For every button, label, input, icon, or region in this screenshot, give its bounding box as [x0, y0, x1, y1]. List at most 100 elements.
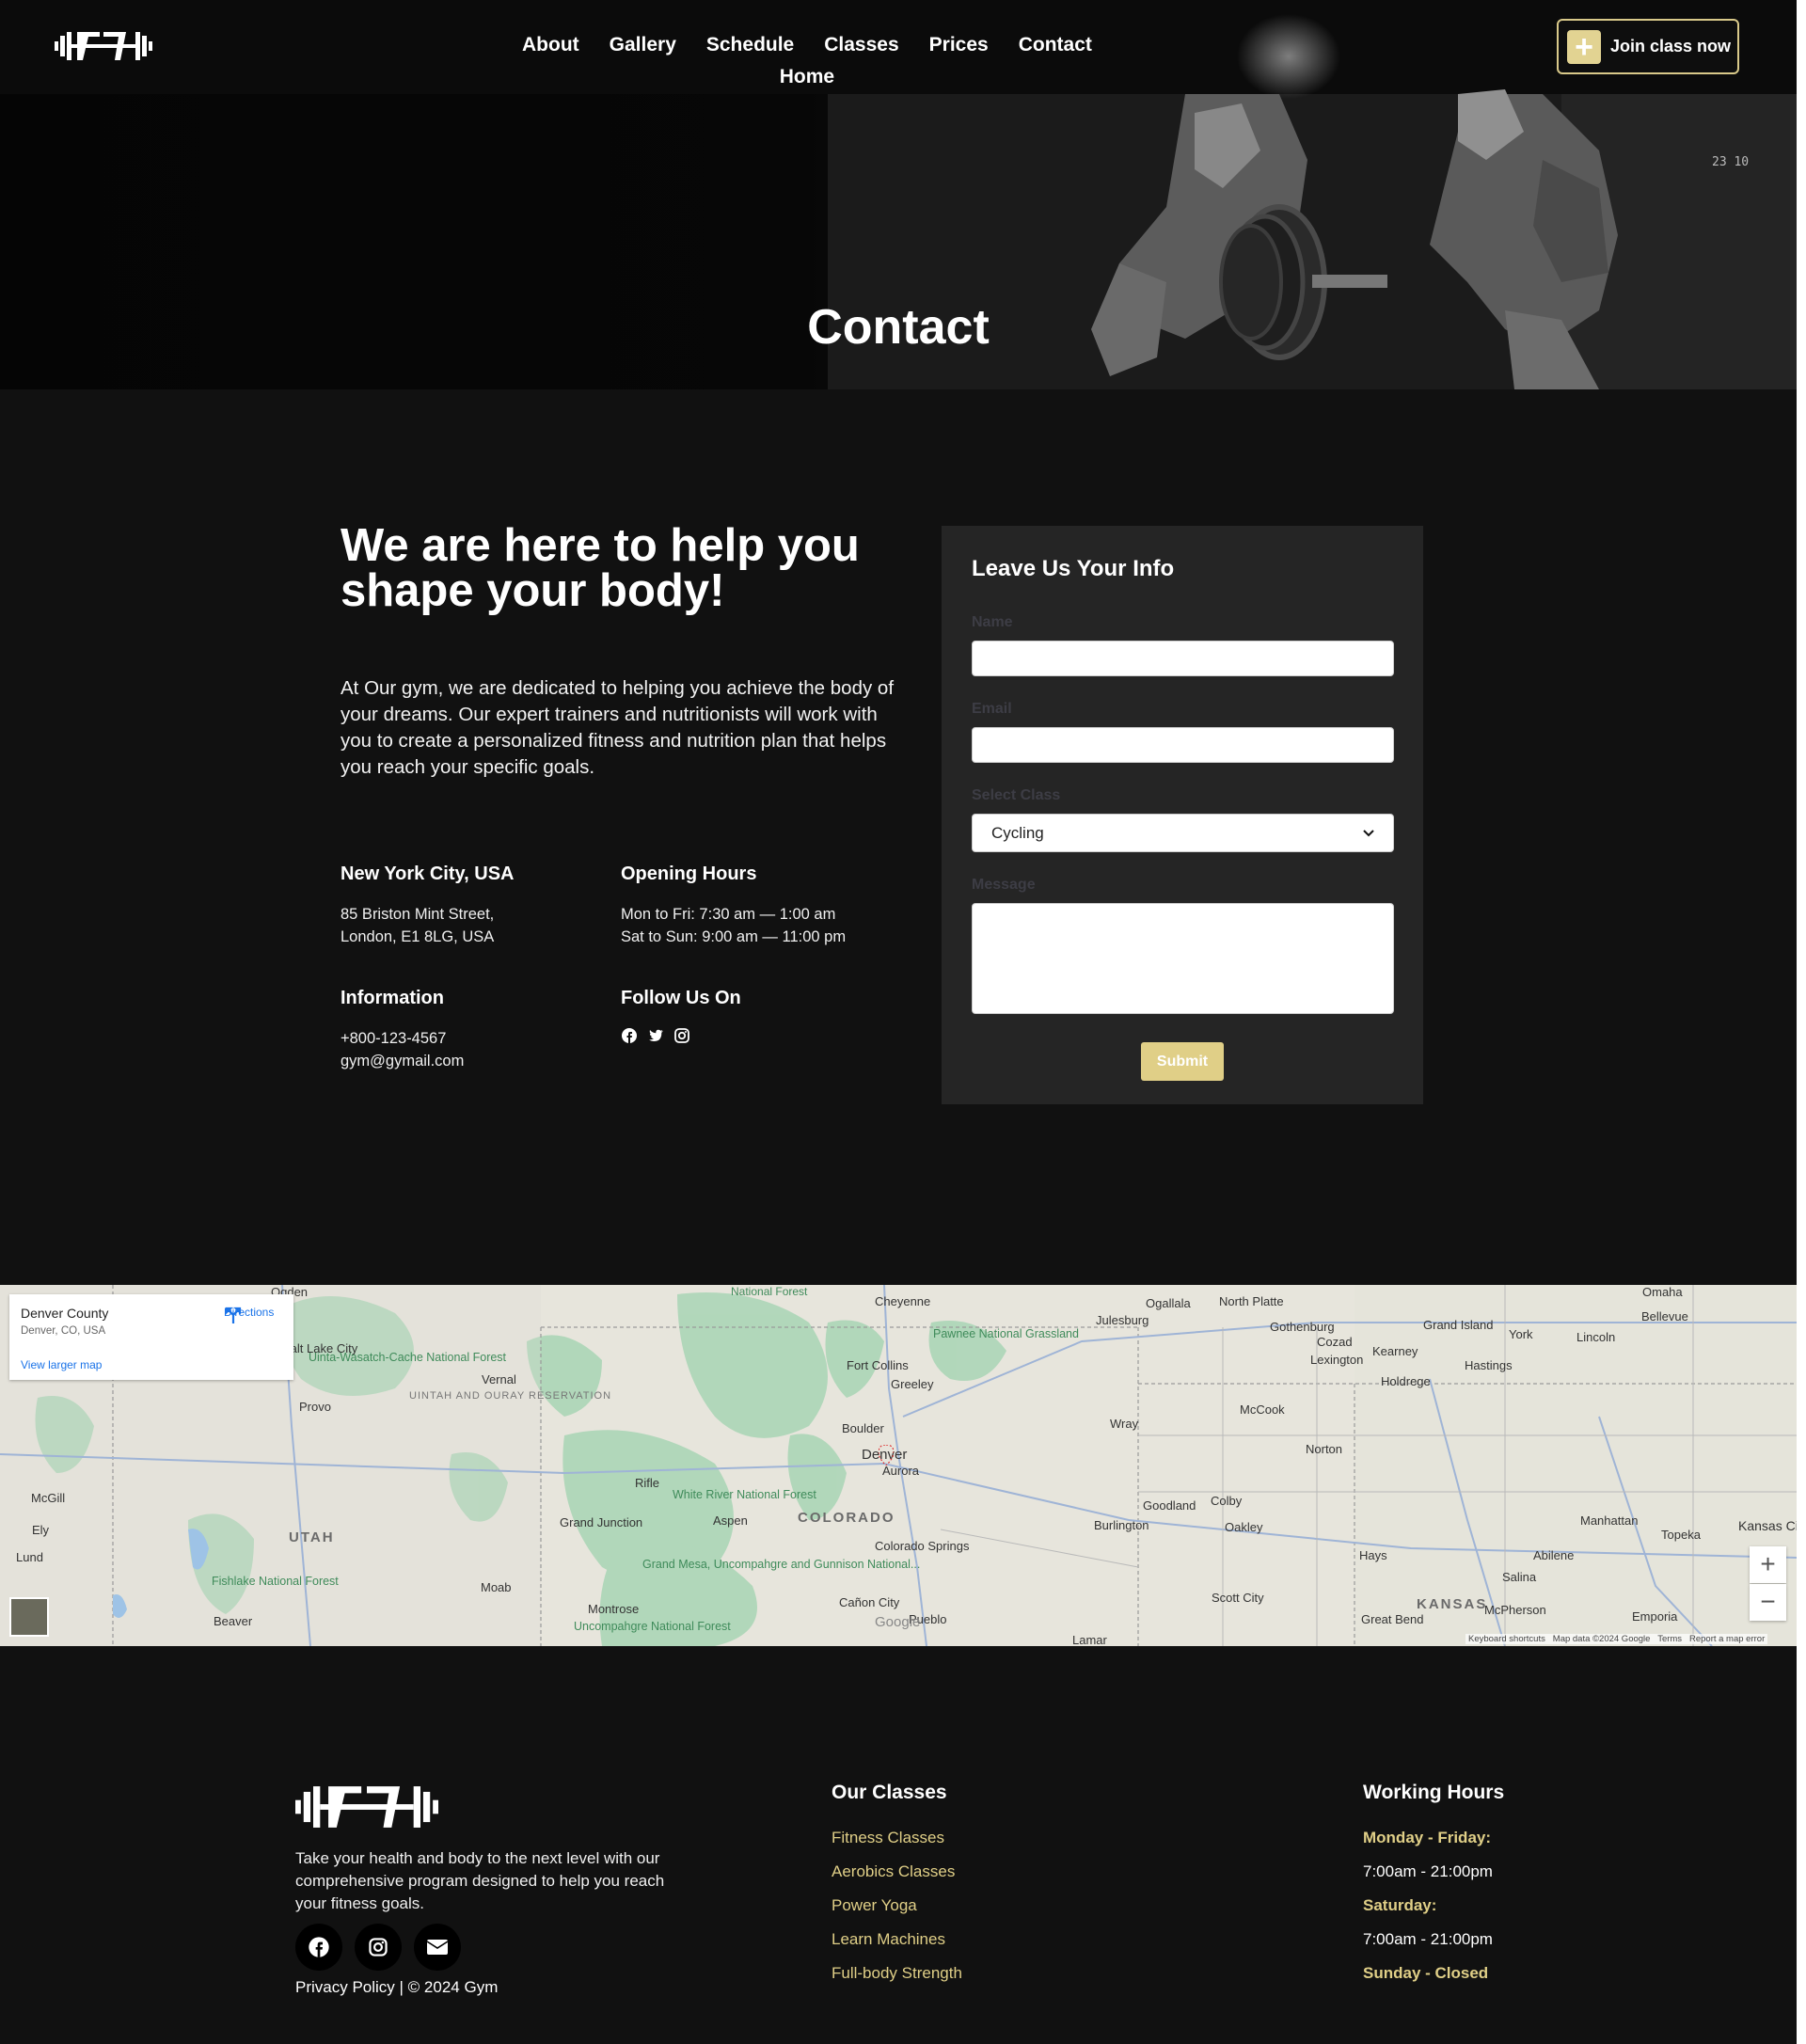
- nav-schedule[interactable]: Schedule: [706, 34, 794, 56]
- nav-classes[interactable]: Classes: [824, 34, 898, 56]
- map-label-fort-collins: Fort Collins: [847, 1358, 909, 1372]
- map-label-kansas: KANSAS: [1417, 1596, 1488, 1612]
- name-label: Name: [972, 614, 1013, 630]
- map-label-lincoln: Lincoln: [1576, 1330, 1616, 1344]
- map-label-colorado-springs: Colorado Springs: [875, 1539, 970, 1553]
- map-data-text: Map data ©2024 Google: [1552, 1634, 1651, 1644]
- gym-logo[interactable]: [55, 28, 152, 64]
- terms-link[interactable]: Terms: [1657, 1634, 1682, 1644]
- address-line-1: 85 Briston Mint Street,: [341, 906, 495, 923]
- map-label-uintah-reservation: UINTAH AND OURAY RESERVATION: [409, 1390, 612, 1402]
- facebook-icon[interactable]: [621, 1027, 638, 1044]
- map-label-manhattan: Manhattan: [1580, 1513, 1639, 1528]
- map-label-cheyenne: Cheyenne: [875, 1294, 931, 1308]
- map-label-white-river-forest: White River National Forest: [673, 1488, 816, 1501]
- location-title: New York City, USA: [341, 864, 515, 884]
- keyboard-shortcuts-link[interactable]: Keyboard shortcuts: [1468, 1634, 1545, 1644]
- footer-class-link[interactable]: Full-body Strength: [832, 1962, 962, 1996]
- footer-class-link[interactable]: Learn Machines: [832, 1928, 962, 1962]
- map-attribution: Keyboard shortcuts Map data ©2024 Google…: [1465, 1634, 1768, 1644]
- nav-gallery[interactable]: Gallery: [610, 34, 676, 56]
- scrollbar[interactable]: [1797, 0, 1806, 2044]
- class-select[interactable]: Cycling: [972, 814, 1394, 852]
- footer-class-link[interactable]: Aerobics Classes: [832, 1861, 962, 1894]
- map-label-ogallala: Ogallala: [1146, 1296, 1191, 1310]
- information-title: Information: [341, 988, 444, 1008]
- map-label-norton: Norton: [1306, 1442, 1343, 1456]
- nav-prices[interactable]: Prices: [929, 34, 989, 56]
- satellite-toggle[interactable]: [9, 1597, 49, 1637]
- map-label-national-forest: National Forest: [731, 1285, 808, 1298]
- intro-paragraph: At Our gym, we are dedicated to helping …: [341, 677, 895, 778]
- nav-contact[interactable]: Contact: [1019, 34, 1092, 56]
- hero-watermark: 23 10: [1712, 155, 1750, 169]
- map-label-kansas-city: Kansas City: [1738, 1518, 1797, 1533]
- map-label-oakley: Oakley: [1225, 1520, 1263, 1534]
- map-label-topeka: Topeka: [1661, 1528, 1701, 1542]
- map-label-ely: Ely: [32, 1523, 50, 1537]
- map-label-montrose: Montrose: [588, 1602, 640, 1616]
- hours-day-label: Sunday - Closed: [1363, 1964, 1489, 1982]
- location-map[interactable]: National Forest Cheyenne Pawnee National…: [0, 1285, 1797, 1646]
- footer-instagram-button[interactable]: [355, 1924, 402, 1971]
- zoom-in-button[interactable]: +: [1750, 1546, 1786, 1583]
- report-error-link[interactable]: Report a map error: [1689, 1634, 1765, 1644]
- map-label-grand-junction: Grand Junction: [560, 1515, 643, 1529]
- map-label-gothenburg: Gothenburg: [1270, 1320, 1335, 1334]
- information-block: Information +800-123-4567 gym@gymail.com: [341, 988, 604, 1072]
- zoom-out-button[interactable]: −: [1750, 1584, 1786, 1621]
- email-label: Email: [972, 701, 1012, 717]
- twitter-icon[interactable]: [647, 1027, 664, 1044]
- class-select-value: Cycling: [991, 823, 1044, 842]
- footer-copyright-line: Privacy Policy | © 2024 Gym: [295, 1978, 498, 1997]
- hours-weekday: Mon to Fri: 7:30 am — 1:00 am: [621, 906, 836, 923]
- nav-about[interactable]: About: [522, 34, 579, 56]
- map-label-abilene: Abilene: [1533, 1548, 1575, 1562]
- message-textarea[interactable]: [972, 903, 1394, 1014]
- map-label-greeley: Greeley: [891, 1377, 934, 1391]
- map-label-lexington: Lexington: [1310, 1353, 1364, 1367]
- join-class-button[interactable]: + Join class now: [1557, 19, 1739, 74]
- contact-form: Leave Us Your Info Name Email Select Cla…: [942, 526, 1423, 1104]
- map-label-omaha: Omaha: [1642, 1285, 1683, 1299]
- email-address[interactable]: gym@gymail.com: [341, 1050, 604, 1072]
- directions-icon: [225, 1307, 242, 1323]
- map-label-cozad: Cozad: [1317, 1335, 1353, 1349]
- email-input[interactable]: [972, 727, 1394, 763]
- phone-number[interactable]: +800-123-4567: [341, 1027, 604, 1050]
- map-label-lamar: Lamar: [1072, 1633, 1107, 1646]
- envelope-icon: [426, 1940, 449, 1955]
- directions-button[interactable]: Directions: [224, 1306, 274, 1323]
- footer-social-links: [295, 1924, 461, 1971]
- page-title: Contact: [807, 300, 990, 355]
- instagram-icon: [369, 1938, 388, 1957]
- map-label-mccook: McCook: [1240, 1402, 1285, 1417]
- footer-logo[interactable]: [295, 1781, 438, 1833]
- map-label-aurora: Aurora: [882, 1464, 920, 1478]
- footer-class-link[interactable]: Power Yoga: [832, 1894, 962, 1928]
- working-hours-title: Working Hours: [1363, 1782, 1505, 1803]
- footer-class-link[interactable]: Fitness Classes: [832, 1827, 962, 1861]
- form-title: Leave Us Your Info: [972, 556, 1175, 581]
- map-label-boulder: Boulder: [842, 1421, 884, 1435]
- follow-title: Follow Us On: [621, 988, 741, 1008]
- submit-button[interactable]: Submit: [1141, 1042, 1224, 1081]
- map-label-hays: Hays: [1359, 1548, 1387, 1562]
- footer-email-button[interactable]: [414, 1924, 461, 1971]
- name-input[interactable]: [972, 641, 1394, 676]
- hours-day-label: Saturday:: [1363, 1896, 1437, 1914]
- map-label-provo: Provo: [299, 1400, 331, 1414]
- map-label-grand-island: Grand Island: [1423, 1318, 1494, 1332]
- nav-home[interactable]: Home: [522, 66, 1092, 88]
- map-label-grand-mesa-forest: Grand Mesa, Uncompahgre and Gunnison Nat…: [642, 1558, 921, 1571]
- footer-facebook-button[interactable]: [295, 1924, 342, 1971]
- instagram-icon[interactable]: [673, 1027, 690, 1044]
- privacy-policy-link[interactable]: Privacy Policy: [295, 1978, 395, 1996]
- map-label-great-bend: Great Bend: [1361, 1612, 1424, 1626]
- facebook-icon: [309, 1937, 329, 1957]
- google-logo: Google: [875, 1614, 921, 1630]
- map-label-rifle: Rifle: [635, 1476, 660, 1490]
- chevron-down-icon: [1363, 829, 1374, 836]
- map-label-beaver: Beaver: [214, 1614, 253, 1628]
- view-larger-map-link[interactable]: View larger map: [21, 1358, 102, 1371]
